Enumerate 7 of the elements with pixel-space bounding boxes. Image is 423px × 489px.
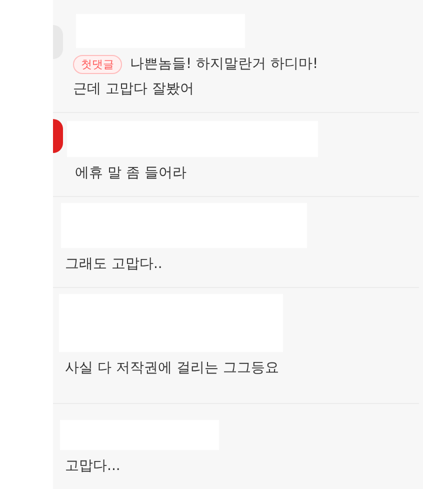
comment-text: 고맙다... — [65, 458, 120, 474]
comment-text: 나쁜놈들! 하지말란거 하디마! — [130, 56, 318, 72]
comment-text: 그래도 고맙다.. — [65, 256, 162, 272]
comment-text: 에휴 말 좀 들어라 — [75, 165, 186, 181]
first-comment-tag: 첫댓글 — [73, 55, 122, 74]
comment-text: 사실 다 저작권에 걸리는 그그등요 — [65, 360, 279, 376]
comment-text: 근데 고맙다 잘봤어 — [73, 80, 195, 99]
